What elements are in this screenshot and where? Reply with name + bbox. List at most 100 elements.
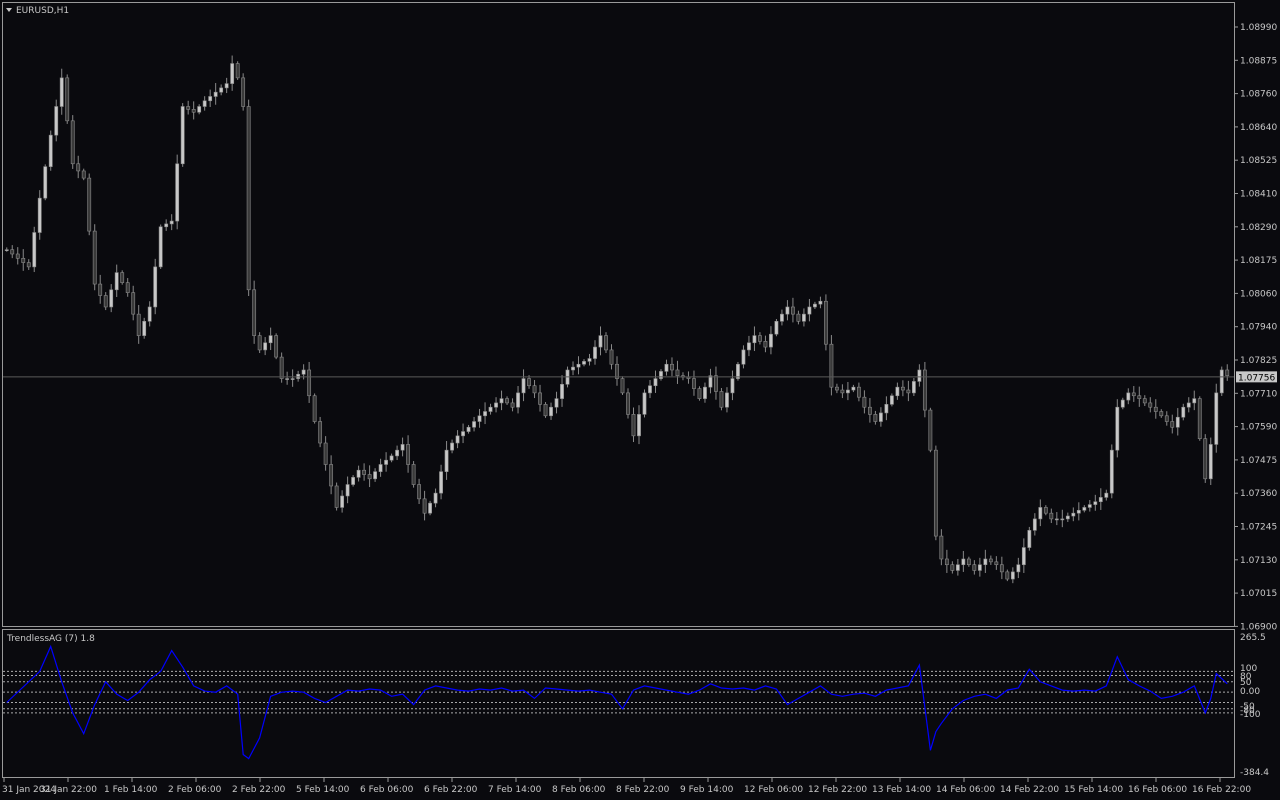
candle-body [37, 197, 42, 233]
time-tick-label: 8 Feb 22:00 [616, 785, 670, 795]
candle-body [48, 134, 53, 167]
price-axis: 1.08990 1.08875 1.08760 1.08640 1.08525 1.084… [1234, 23, 1277, 632]
time-tick-label: 14 Feb 22:00 [1000, 785, 1059, 795]
candle-body [582, 361, 586, 365]
triangle-down-icon[interactable] [6, 8, 12, 12]
candle-body [158, 226, 163, 268]
candle-body [653, 378, 658, 387]
candle-body [59, 77, 64, 107]
candle-body [395, 449, 399, 457]
candle-body [994, 561, 999, 566]
price-tick-label: 1.07015 [1240, 589, 1277, 599]
candle-body [274, 335, 279, 358]
price-tick-label: 1.07940 [1240, 323, 1277, 333]
price-tick-label: 1.07825 [1240, 356, 1277, 366]
candle-body [417, 484, 421, 500]
candle-body [631, 414, 636, 437]
candle-body [400, 444, 405, 451]
candle-body [65, 77, 70, 122]
candle-body [103, 295, 108, 308]
candle-body [983, 558, 988, 566]
candle-body [213, 91, 218, 97]
price-tick-label: 1.08525 [1240, 156, 1277, 166]
candle-body [494, 402, 498, 408]
candle-body [263, 342, 268, 351]
candle-body [1071, 512, 1076, 517]
price-tick-label: 1.07130 [1240, 556, 1277, 566]
candle-body [191, 109, 196, 113]
symbol-dropdown[interactable]: EURUSD,H1 [6, 6, 69, 16]
candle-body [549, 406, 553, 417]
candle-body [1181, 406, 1186, 418]
candle-body [15, 253, 20, 259]
candle-body [1159, 411, 1164, 417]
price-tick-label: 1.07710 [1240, 389, 1277, 399]
time-tick-label: 9 Feb 14:00 [680, 785, 734, 795]
candle-body [1219, 369, 1224, 394]
candle-body [802, 313, 806, 322]
candle-body [114, 272, 119, 291]
candle-body [120, 272, 125, 283]
candle-body [917, 369, 922, 382]
time-tick-label: 5 Feb 14:00 [296, 785, 350, 795]
indicator-tick-label: -100 [1240, 710, 1261, 720]
candle-body [318, 421, 323, 444]
candle-body [340, 495, 345, 508]
candle-body [406, 444, 410, 465]
candle-body [433, 492, 438, 504]
candle-body [1148, 402, 1153, 408]
candle-body [1109, 449, 1114, 494]
candle-body [290, 378, 295, 380]
candle-body [730, 378, 735, 394]
candle-body [202, 100, 207, 107]
indicator-tick-label: 0.00 [1240, 687, 1260, 697]
candle-body [554, 398, 559, 408]
candle-body [571, 366, 575, 371]
candle-body [241, 77, 246, 107]
time-tick-label: 6 Feb 22:00 [424, 785, 478, 795]
candle-body [873, 414, 878, 422]
candle-body [279, 356, 284, 379]
candle-body [1087, 504, 1092, 508]
candle-body [1175, 416, 1180, 428]
candle-body [785, 306, 790, 315]
candle-body [988, 558, 993, 563]
candle-body [999, 564, 1004, 573]
candle-body [1131, 392, 1136, 397]
candle-body [818, 300, 823, 305]
time-tick-label: 16 Feb 22:00 [1192, 785, 1251, 795]
price-tick-label: 1.08410 [1240, 190, 1277, 200]
candle-body [87, 177, 92, 232]
candle-body [268, 335, 273, 344]
price-tick-label: 1.07360 [1240, 489, 1277, 499]
candle-body [1192, 398, 1197, 404]
candle-body [620, 378, 625, 394]
candle-body [933, 449, 938, 537]
candle-body [697, 388, 702, 399]
candle-body [301, 369, 306, 375]
candle-body [367, 474, 372, 480]
candle-body [411, 464, 416, 485]
candle-body [461, 431, 465, 437]
candle-body [928, 409, 933, 451]
candle-body [54, 106, 59, 136]
candle-body [1093, 501, 1098, 505]
candle-body [252, 289, 257, 336]
candle-body [164, 223, 169, 228]
candle-body [944, 558, 949, 566]
candle-body [21, 257, 26, 263]
candle-body [642, 392, 647, 415]
candle-body [867, 406, 872, 415]
candle-body [147, 306, 152, 322]
time-tick-label: 12 Feb 22:00 [808, 785, 867, 795]
candle-body [450, 442, 454, 451]
indicator-title: TrendlessAG (7) 1.8 [6, 634, 95, 644]
candle-body [972, 564, 977, 571]
candle-body [813, 303, 817, 308]
candle-body [208, 96, 213, 102]
candle-body [747, 342, 751, 351]
time-tick-label: 6 Feb 06:00 [360, 785, 414, 795]
candle-body [593, 346, 597, 359]
candle-body [142, 320, 147, 336]
candle-body [444, 449, 449, 472]
